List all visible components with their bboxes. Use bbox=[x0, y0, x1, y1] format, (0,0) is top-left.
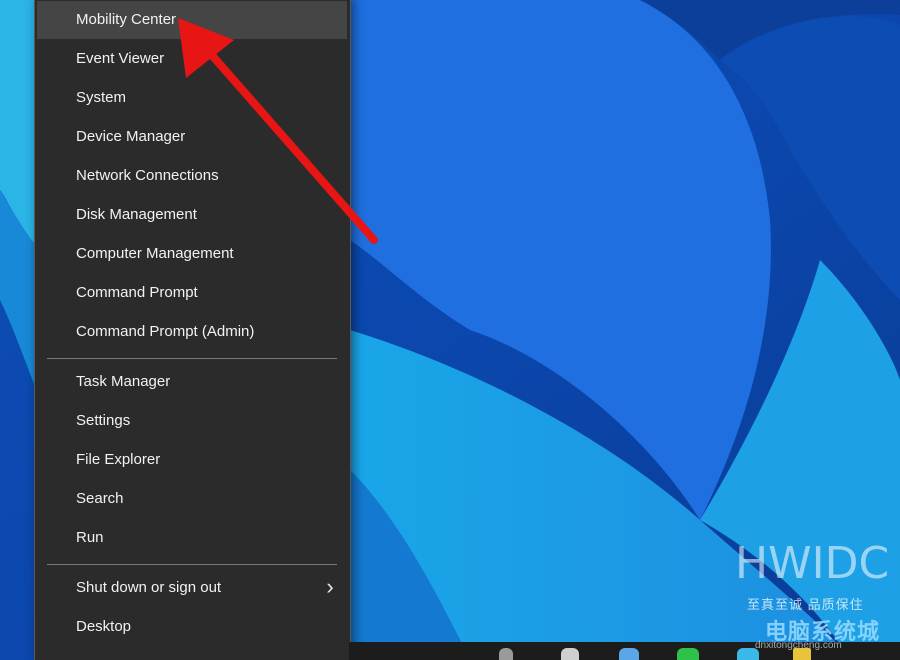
menu-item-device-manager[interactable]: Device Manager bbox=[37, 118, 347, 156]
winx-context-menu: Mobility Center Event Viewer System Devi… bbox=[34, 0, 351, 660]
menu-item-label: Settings bbox=[76, 412, 131, 429]
menu-item-system[interactable]: System bbox=[37, 79, 347, 117]
menu-item-label: Mobility Center bbox=[76, 11, 177, 28]
menu-item-run[interactable]: Run bbox=[37, 519, 347, 557]
menu-item-label: Command Prompt bbox=[76, 284, 198, 301]
menu-item-label: Computer Management bbox=[76, 245, 234, 262]
menu-item-computer-management[interactable]: Computer Management bbox=[37, 235, 347, 273]
menu-item-label: Run bbox=[76, 529, 104, 546]
menu-item-mobility-center[interactable]: Mobility Center bbox=[37, 1, 347, 39]
menu-item-disk-management[interactable]: Disk Management bbox=[37, 196, 347, 234]
menu-item-settings[interactable]: Settings bbox=[37, 402, 347, 440]
menu-item-label: Command Prompt (Admin) bbox=[76, 323, 255, 340]
taskbar-app-icon[interactable] bbox=[561, 648, 579, 660]
menu-item-label: Task Manager bbox=[76, 373, 171, 390]
menu-item-file-explorer[interactable]: File Explorer bbox=[37, 441, 347, 479]
menu-item-shut-down-or-sign-out[interactable]: Shut down or sign out › bbox=[37, 569, 347, 607]
taskbar-app-icon[interactable] bbox=[499, 648, 513, 660]
menu-item-label: Shut down or sign out bbox=[76, 579, 222, 596]
menu-item-network-connections[interactable]: Network Connections bbox=[37, 157, 347, 195]
menu-item-search[interactable]: Search bbox=[37, 480, 347, 518]
watermark-url: dnxitongcheng.com bbox=[755, 640, 842, 651]
menu-item-command-prompt-admin[interactable]: Command Prompt (Admin) bbox=[37, 313, 347, 351]
menu-item-label: System bbox=[76, 89, 127, 106]
menu-item-command-prompt[interactable]: Command Prompt bbox=[37, 274, 347, 312]
menu-separator bbox=[47, 564, 337, 565]
menu-item-desktop[interactable]: Desktop bbox=[37, 608, 347, 646]
menu-item-label: Network Connections bbox=[76, 167, 219, 184]
menu-item-label: File Explorer bbox=[76, 451, 161, 468]
menu-item-label: Search bbox=[76, 490, 124, 507]
menu-item-label: Desktop bbox=[76, 618, 132, 635]
watermark: HWIDC 至真至诚 品质保住 电脑系统城 dnxitongcheng.com bbox=[735, 540, 900, 660]
menu-item-event-viewer[interactable]: Event Viewer bbox=[37, 40, 347, 78]
watermark-logo: HWIDC bbox=[735, 538, 890, 589]
watermark-slogan: 至真至诚 品质保住 bbox=[747, 597, 864, 612]
taskbar-app-icon[interactable] bbox=[619, 648, 639, 660]
menu-item-label: Disk Management bbox=[76, 206, 197, 223]
chevron-right-icon: › bbox=[326, 574, 334, 599]
menu-item-task-manager[interactable]: Task Manager bbox=[37, 363, 347, 401]
menu-item-label: Event Viewer bbox=[76, 50, 165, 67]
taskbar-app-icon[interactable] bbox=[677, 648, 699, 660]
menu-item-label: Device Manager bbox=[76, 128, 186, 145]
menu-separator bbox=[47, 358, 337, 359]
